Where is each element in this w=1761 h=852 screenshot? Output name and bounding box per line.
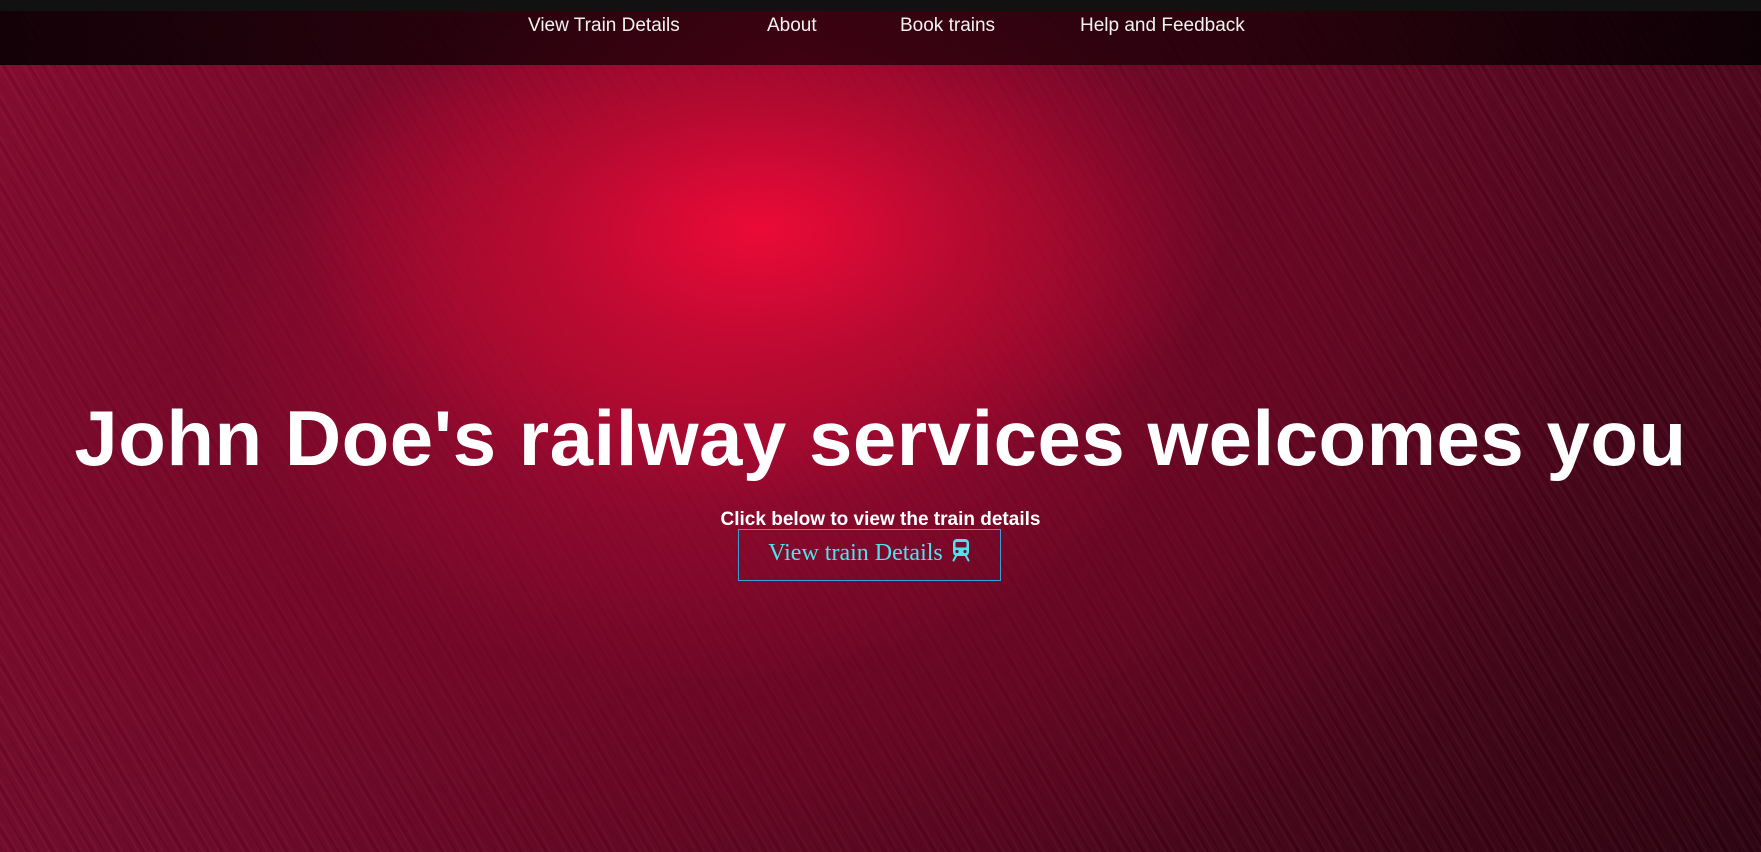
nav-link-about[interactable]: About bbox=[767, 11, 817, 41]
nav-link-view-train-details[interactable]: View Train Details bbox=[528, 11, 680, 41]
nav-link-book-trains[interactable]: Book trains bbox=[900, 11, 995, 41]
navbar: View Train Details About Book trains Hel… bbox=[0, 11, 1761, 65]
view-train-details-button[interactable]: View train Details bbox=[738, 529, 1001, 581]
hero-title: John Doe's railway services welcomes you bbox=[74, 394, 1687, 482]
top-strip bbox=[0, 0, 1761, 11]
train-icon bbox=[951, 538, 971, 562]
nav-link-help-and-feedback[interactable]: Help and Feedback bbox=[1080, 11, 1245, 41]
view-train-details-button-label: View train Details bbox=[768, 539, 943, 566]
